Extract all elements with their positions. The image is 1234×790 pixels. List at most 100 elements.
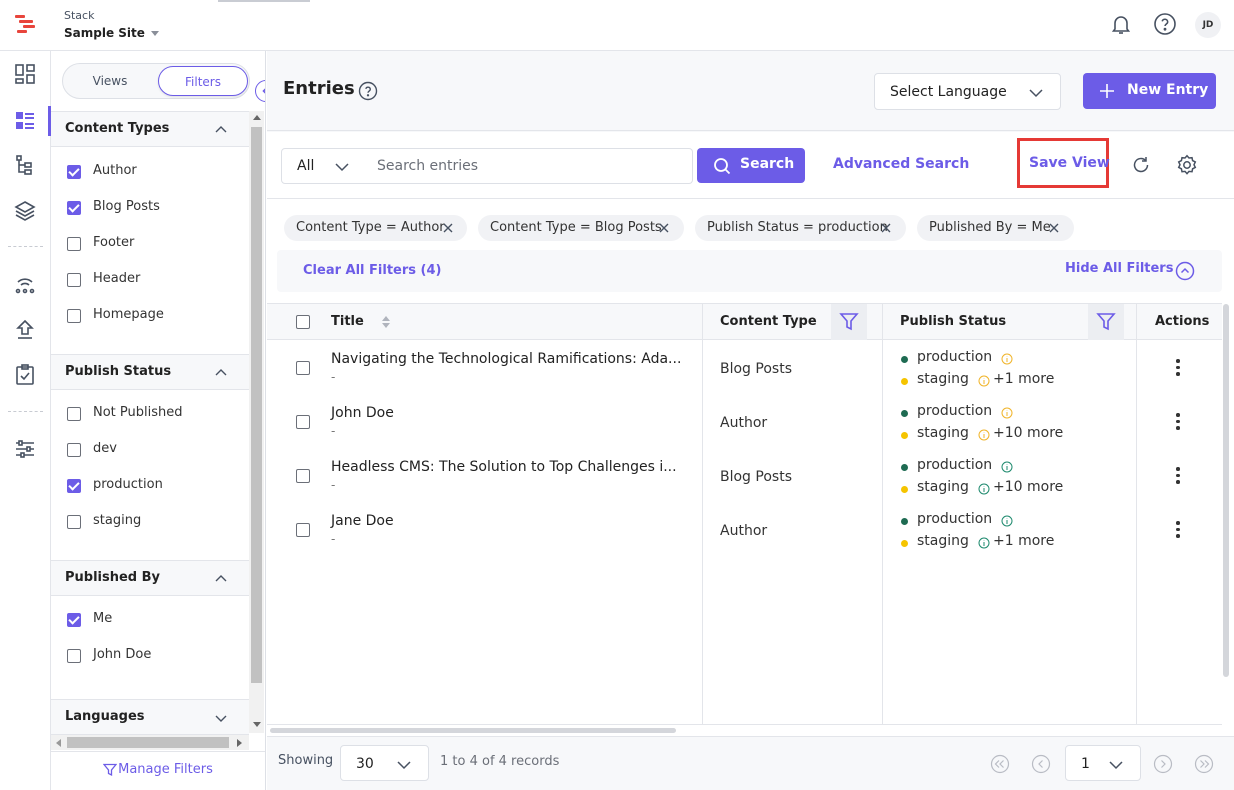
collapse-sidebar-icon[interactable] [255, 80, 265, 102]
page-number-select[interactable]: 1 [1065, 745, 1141, 781]
table-row[interactable]: Jane Doe - Author production staging +1 … [267, 503, 1222, 557]
gear-icon[interactable] [1176, 154, 1198, 176]
settings-sliders-icon[interactable] [13, 437, 37, 461]
scroll-up-arrow[interactable] [253, 115, 261, 120]
checkbox-checked[interactable] [67, 479, 81, 493]
first-page-icon[interactable] [990, 754, 1010, 774]
checkbox[interactable] [67, 407, 81, 421]
checkbox-checked[interactable] [67, 165, 81, 179]
more-environments-link[interactable]: +1 more [993, 533, 1054, 549]
help-icon[interactable] [1153, 12, 1177, 36]
filter-chip[interactable]: Published By = Me [917, 215, 1074, 241]
new-entry-button[interactable]: New Entry [1083, 73, 1216, 109]
tasks-icon[interactable] [13, 363, 37, 387]
table-h-scrollbar[interactable] [270, 728, 676, 733]
last-page-icon[interactable] [1194, 754, 1214, 774]
entry-title-link[interactable]: John Doe [331, 405, 394, 421]
section-publish-status[interactable]: Publish Status [51, 354, 249, 390]
table-row[interactable]: Headless CMS: The Solution to Top Challe… [267, 449, 1222, 503]
table-v-scrollbar[interactable] [1223, 304, 1229, 677]
content-models-icon[interactable] [13, 153, 37, 177]
sidebar-h-scrollbar[interactable] [51, 735, 249, 750]
checkbox[interactable] [67, 649, 81, 663]
scroll-left-arrow[interactable] [56, 739, 61, 747]
manage-filters-link[interactable]: Manage Filters [51, 751, 265, 790]
advanced-search-link[interactable]: Advanced Search [833, 156, 969, 172]
more-actions-icon[interactable] [1176, 413, 1180, 433]
checkbox-checked[interactable] [67, 613, 81, 627]
chevron-up-circle-icon[interactable] [1175, 261, 1195, 281]
table-row[interactable]: Navigating the Technological Ramificatio… [267, 341, 1222, 395]
filter-chip[interactable]: Content Type = Blog Posts [478, 215, 684, 241]
scroll-down-arrow[interactable] [253, 722, 261, 727]
entry-title-link[interactable]: Navigating the Technological Ramificatio… [331, 351, 681, 367]
more-actions-icon[interactable] [1176, 359, 1180, 379]
checkbox[interactable] [67, 309, 81, 323]
tab-views[interactable]: Views [65, 66, 155, 96]
checkbox-checked[interactable] [67, 201, 81, 215]
integrations-icon[interactable] [13, 272, 37, 296]
checkbox[interactable] [67, 237, 81, 251]
filter-chip[interactable]: Publish Status = production [695, 215, 906, 241]
help-icon[interactable] [358, 81, 378, 101]
search-button[interactable]: Search [697, 148, 805, 183]
info-icon[interactable] [978, 375, 990, 387]
section-content-types[interactable]: Content Types [51, 111, 249, 147]
filter-chip[interactable]: Content Type = Author [284, 215, 467, 241]
checkbox[interactable] [67, 443, 81, 457]
section-languages[interactable]: Languages [51, 699, 249, 735]
close-icon[interactable] [880, 222, 892, 234]
close-icon[interactable] [442, 222, 454, 234]
search-scope-select[interactable]: All [281, 148, 368, 184]
filter-icon[interactable] [1088, 304, 1124, 340]
sidebar-scrollbar[interactable] [249, 111, 264, 733]
row-checkbox[interactable] [296, 415, 310, 429]
dashboard-icon[interactable] [13, 62, 37, 86]
chevron-up-icon[interactable] [214, 366, 228, 380]
chevron-up-icon[interactable] [214, 123, 228, 137]
info-icon[interactable] [978, 483, 990, 495]
tab-filters[interactable]: Filters [158, 66, 248, 96]
prev-page-icon[interactable] [1031, 754, 1051, 774]
row-checkbox[interactable] [296, 469, 310, 483]
page-size-select[interactable]: 30 [340, 745, 429, 781]
close-icon[interactable] [1048, 222, 1060, 234]
scrollbar-thumb[interactable] [251, 127, 262, 683]
search-input[interactable]: Search entries [367, 148, 693, 184]
close-icon[interactable] [658, 222, 670, 234]
info-icon[interactable] [1001, 515, 1013, 527]
entries-icon[interactable] [13, 108, 37, 132]
layers-icon[interactable] [13, 199, 37, 223]
row-checkbox[interactable] [296, 523, 310, 537]
more-environments-link[interactable]: +10 more [993, 479, 1063, 495]
checkbox[interactable] [67, 273, 81, 287]
more-environments-link[interactable]: +10 more [993, 425, 1063, 441]
entry-title-link[interactable]: Jane Doe [331, 513, 394, 529]
language-select[interactable]: Select Language [874, 73, 1061, 110]
info-icon[interactable] [1001, 353, 1013, 365]
more-actions-icon[interactable] [1176, 467, 1180, 487]
avatar[interactable]: JD [1195, 12, 1221, 38]
column-header-title[interactable]: Title [331, 304, 364, 340]
section-published-by[interactable]: Published By [51, 560, 249, 596]
info-icon[interactable] [1001, 461, 1013, 473]
clear-all-filters-link[interactable]: Clear All Filters (4) [303, 263, 441, 278]
table-row[interactable]: John Doe - Author production staging +10… [267, 395, 1222, 449]
info-icon[interactable] [978, 537, 990, 549]
contentstack-logo[interactable] [13, 12, 37, 36]
chevron-down-icon[interactable] [214, 711, 228, 725]
row-checkbox[interactable] [296, 361, 310, 375]
deploy-icon[interactable] [13, 318, 37, 342]
sort-icon[interactable] [381, 315, 391, 329]
bell-icon[interactable] [1109, 12, 1133, 36]
info-icon[interactable] [978, 429, 990, 441]
next-page-icon[interactable] [1153, 754, 1173, 774]
filter-icon[interactable] [831, 304, 867, 340]
refresh-icon[interactable] [1131, 155, 1151, 175]
checkbox[interactable] [67, 515, 81, 529]
more-environments-link[interactable]: +1 more [993, 371, 1054, 387]
select-all-checkbox[interactable] [296, 315, 310, 329]
hide-all-filters-link[interactable]: Hide All Filters [1065, 261, 1173, 276]
save-view-button[interactable]: Save View [1017, 138, 1110, 188]
h-scrollbar-thumb[interactable] [67, 737, 229, 748]
